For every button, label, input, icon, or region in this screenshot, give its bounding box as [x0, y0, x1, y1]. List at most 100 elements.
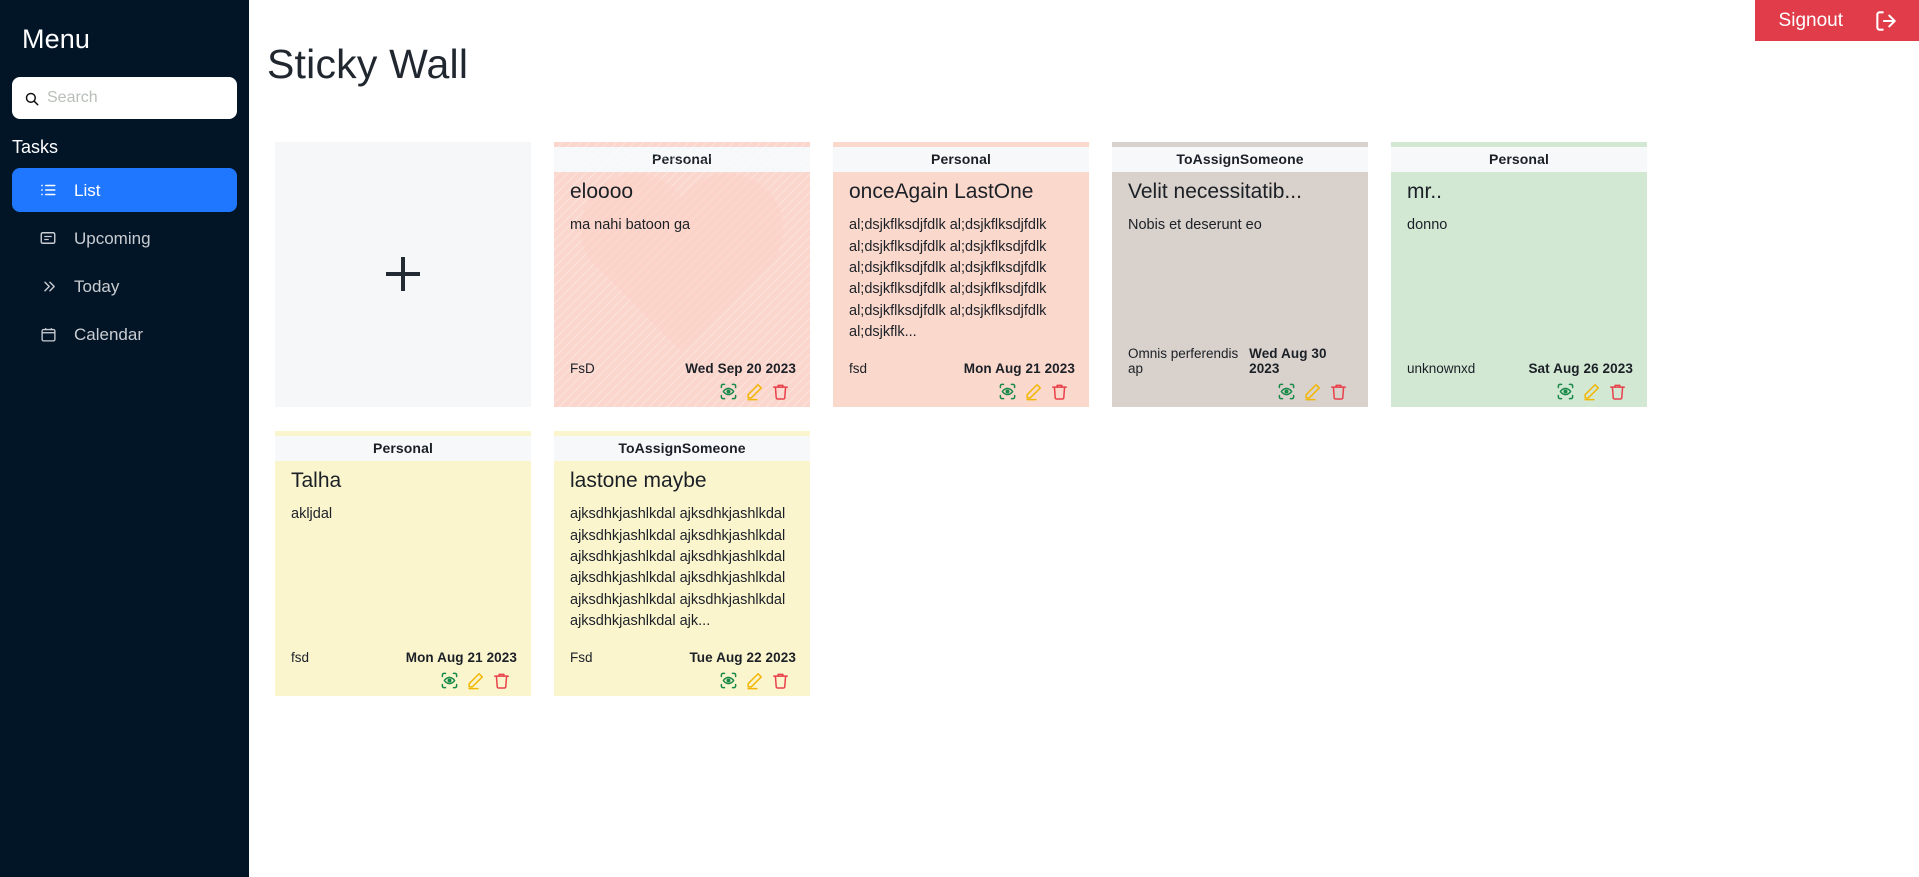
- note-owner: Fsd: [570, 649, 593, 665]
- edit-icon[interactable]: [745, 671, 764, 690]
- delete-icon[interactable]: [1329, 382, 1348, 401]
- list-icon: [38, 181, 58, 199]
- sticky-note-card[interactable]: ToAssignSomeone lastone maybe ajksdhkjashl…: [554, 430, 810, 696]
- view-icon[interactable]: [440, 671, 459, 690]
- delete-icon[interactable]: [492, 671, 511, 690]
- note-meta: Omnis perferendis ap Wed Aug 30 2023: [1128, 346, 1354, 380]
- sidebar-item-label: Upcoming: [74, 228, 151, 248]
- note-title: Talha: [291, 468, 342, 492]
- note-date: Wed Aug 30 2023: [1249, 345, 1327, 376]
- sticky-note-card[interactable]: Personal onceAgain LastOne al;dsjkflksdjfd…: [833, 141, 1089, 407]
- edit-icon[interactable]: [1303, 382, 1322, 401]
- note-actions: [291, 669, 517, 690]
- note-text: akljdal: [291, 506, 333, 523]
- note-meta: fsd Mon Aug 21 2023: [849, 361, 1075, 380]
- view-icon[interactable]: [719, 671, 738, 690]
- note-body: lastone maybe ajksdhkjashlkdal ajksdhkjas…: [554, 461, 810, 650]
- plus-icon: [386, 257, 420, 292]
- sticky-note-card[interactable]: Personal Talha akljdal fsd Mon Aug 21 2023: [275, 430, 531, 696]
- sticky-note-card[interactable]: ToAssignSomeone Velit necessitatib... Nobi…: [1112, 141, 1368, 407]
- sidebar-item-calendar[interactable]: Calendar: [12, 312, 237, 356]
- signout-button[interactable]: Signout: [1754, 0, 1919, 41]
- search-icon: [24, 91, 39, 106]
- chevrons-right-icon: [38, 278, 58, 295]
- note-owner: Omnis perferendis ap: [1128, 345, 1239, 376]
- edit-icon[interactable]: [466, 671, 485, 690]
- note-actions: [1407, 380, 1633, 401]
- note-meta: fsd Mon Aug 21 2023: [291, 650, 517, 669]
- page-title: Sticky Wall: [267, 41, 469, 88]
- sidebar-item-label: List: [74, 180, 101, 200]
- note-title: Velit necessitatib...: [1128, 179, 1302, 203]
- sticky-wall-board: Personal eloooo ma nahi batoon ga FsD Wed Se…: [249, 116, 1919, 696]
- delete-icon[interactable]: [1608, 382, 1627, 401]
- sidebar-item-list[interactable]: List: [12, 168, 237, 212]
- note-text: ma nahi batoon ga: [570, 217, 691, 234]
- note-category: ToAssignSomeone: [554, 435, 810, 461]
- note-actions: [570, 380, 796, 401]
- delete-icon[interactable]: [771, 671, 790, 690]
- sidebar-item-label: Calendar: [74, 324, 143, 344]
- menu-title: Menu: [22, 24, 90, 54]
- sidebar-nav: List Upcoming Today Calendar: [12, 168, 237, 356]
- edit-icon[interactable]: [1582, 382, 1601, 401]
- note-actions: [849, 380, 1075, 401]
- note-title: onceAgain LastOne: [849, 179, 1034, 203]
- note-title: eloooo: [570, 179, 634, 203]
- main-content: Signout Sticky Wall Personal eloooo ma nah…: [249, 0, 1919, 877]
- note-body: onceAgain LastOne al;dsjkflksdjfdlk al;ds…: [833, 172, 1089, 361]
- edit-icon[interactable]: [745, 382, 764, 401]
- view-icon[interactable]: [998, 382, 1017, 401]
- note-owner: fsd: [291, 649, 310, 665]
- note-text: ajksdhkjashlkdal ajksdhkjashlkdal ajksdh…: [570, 506, 786, 630]
- note-category: Personal: [833, 146, 1089, 172]
- sidebar-section-tasks: Tasks: [12, 137, 59, 157]
- sidebar-item-upcoming[interactable]: Upcoming: [12, 216, 237, 260]
- note-date: Mon Aug 21 2023: [963, 360, 1075, 376]
- note-meta: Fsd Tue Aug 22 2023: [570, 650, 796, 669]
- note-category: Personal: [1391, 146, 1647, 172]
- calendar-icon: [38, 326, 58, 343]
- note-footer: Fsd Tue Aug 22 2023: [554, 650, 810, 696]
- note-actions: [1128, 380, 1354, 401]
- note-footer: Omnis perferendis ap Wed Aug 30 2023: [1112, 346, 1368, 407]
- note-title: lastone maybe: [570, 468, 707, 492]
- view-icon[interactable]: [1277, 382, 1296, 401]
- view-icon[interactable]: [1556, 382, 1575, 401]
- note-date: Tue Aug 22 2023: [689, 649, 796, 665]
- note-meta: unknownxd Sat Aug 26 2023: [1407, 361, 1633, 380]
- view-icon[interactable]: [719, 382, 738, 401]
- signout-label: Signout: [1778, 9, 1843, 31]
- search-input[interactable]: [47, 89, 225, 107]
- sticky-note-card[interactable]: Personal eloooo ma nahi batoon ga FsD Wed Se…: [554, 141, 810, 407]
- note-body: Velit necessitatib... Nobis et deserunt e…: [1112, 172, 1368, 346]
- note-date: Sat Aug 26 2023: [1528, 360, 1633, 376]
- note-meta: FsD Wed Sep 20 2023: [570, 361, 796, 380]
- delete-icon[interactable]: [1050, 382, 1069, 401]
- note-actions: [570, 669, 796, 690]
- note-text: donno: [1407, 217, 1448, 234]
- note-body: eloooo ma nahi batoon ga: [554, 172, 810, 361]
- note-owner: FsD: [570, 360, 595, 376]
- note-date: Mon Aug 21 2023: [405, 649, 517, 665]
- note-owner: unknownxd: [1407, 360, 1476, 376]
- note-date: Wed Sep 20 2023: [685, 360, 796, 376]
- note-footer: FsD Wed Sep 20 2023: [554, 361, 810, 407]
- delete-icon[interactable]: [771, 382, 790, 401]
- note-category: Personal: [554, 146, 810, 172]
- note-body: mr.. donno: [1391, 172, 1647, 361]
- note-text: al;dsjkflksdjfdlk al;dsjkflksdjfdlk al;d…: [849, 217, 1047, 341]
- note-text: Nobis et deserunt eo: [1128, 217, 1262, 234]
- note-footer: unknownxd Sat Aug 26 2023: [1391, 361, 1647, 407]
- note-title: mr..: [1407, 179, 1442, 203]
- app-root: Menu Tasks: [0, 0, 1919, 877]
- add-note-card[interactable]: [275, 141, 531, 407]
- edit-icon[interactable]: [1024, 382, 1043, 401]
- sidebar-item-today[interactable]: Today: [12, 264, 237, 308]
- note-footer: fsd Mon Aug 21 2023: [833, 361, 1089, 407]
- sticky-note-card[interactable]: Personal mr.. donno unknownxd Sat Aug 26 202…: [1391, 141, 1647, 407]
- note-category: Personal: [275, 435, 531, 461]
- note-owner: fsd: [849, 360, 868, 376]
- search-box[interactable]: [12, 77, 237, 119]
- sidebar: Menu Tasks: [0, 0, 249, 877]
